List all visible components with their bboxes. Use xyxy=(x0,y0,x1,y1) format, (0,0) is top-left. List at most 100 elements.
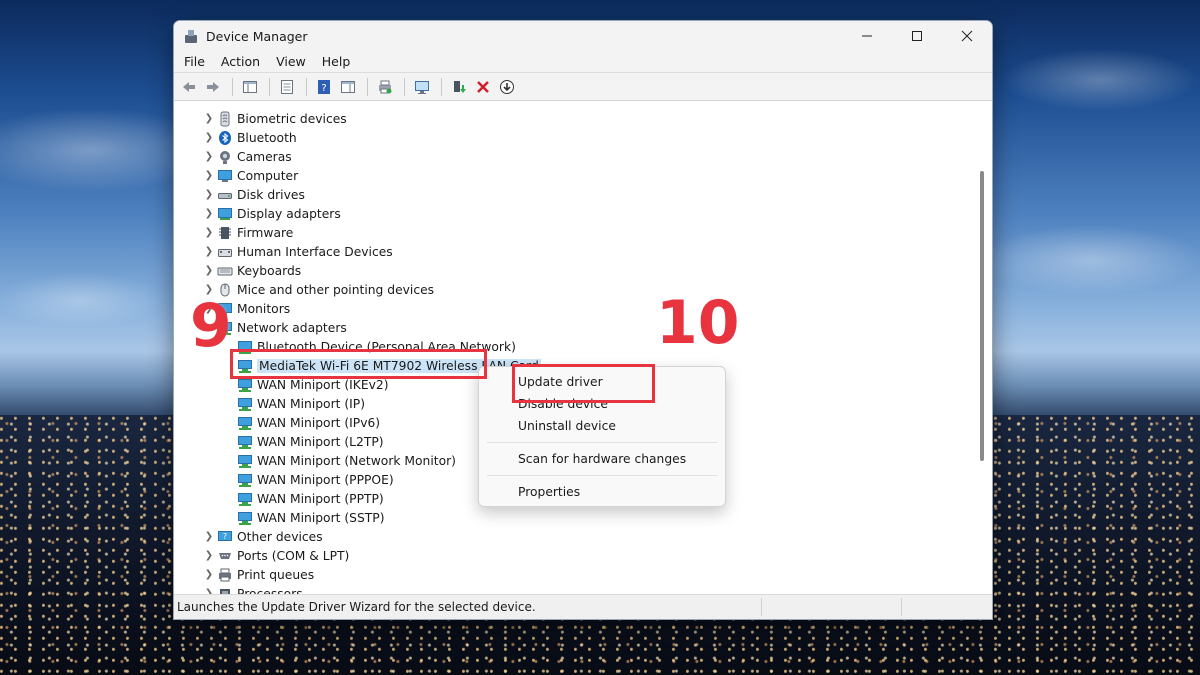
enable-device-toolbar-button[interactable] xyxy=(496,76,518,98)
tree-category-label: Human Interface Devices xyxy=(237,244,393,259)
ctx-separator xyxy=(487,475,717,476)
action-pane-icon xyxy=(341,80,355,93)
tree-category-label: Processors xyxy=(237,586,303,595)
properties-toolbar-button[interactable] xyxy=(276,76,298,98)
download-circle-icon xyxy=(500,79,514,94)
back-arrow-icon xyxy=(183,81,195,92)
tree-category-row[interactable]: ❯ Bluetooth xyxy=(174,128,972,147)
highlight-selected-device xyxy=(230,349,487,379)
tree-device-label: WAN Miniport (IKEv2) xyxy=(257,377,389,392)
tree-category-label: Firmware xyxy=(237,225,294,240)
tree-category-row[interactable]: ❯ Processors xyxy=(174,584,972,594)
step-9-label: 9 xyxy=(190,291,232,361)
tree-device-label: WAN Miniport (L2TP) xyxy=(257,434,384,449)
display-adapter-icon xyxy=(217,206,233,222)
tree-category-row[interactable]: ❯? Other devices xyxy=(174,527,972,546)
device-tree-pane: ❯ Biometric devices ❯ Bluetooth ❯ Cameras ❯ Com… xyxy=(174,101,992,594)
print-toolbar-button[interactable] xyxy=(374,76,396,98)
maximize-icon xyxy=(912,31,922,41)
forward-button[interactable] xyxy=(202,76,224,98)
ctx-separator xyxy=(487,442,717,443)
chevron-right-icon[interactable]: ❯ xyxy=(201,263,217,279)
chevron-right-icon[interactable]: ❯ xyxy=(201,529,217,545)
minimize-icon xyxy=(862,35,872,37)
show-hide-console-tree-button[interactable] xyxy=(239,76,261,98)
tree-category-row[interactable]: ❯ Ports (COM & LPT) xyxy=(174,546,972,565)
tree-category-row[interactable]: Network adapters xyxy=(174,318,972,337)
tree-category-row[interactable]: ❯ Monitors xyxy=(174,299,972,318)
title-bar: Device Manager xyxy=(174,21,992,51)
properties-icon xyxy=(281,79,293,94)
monitor-scan-icon xyxy=(415,80,429,94)
toolbar: ? xyxy=(174,73,992,101)
back-button[interactable] xyxy=(178,76,200,98)
ctx-scan-hardware[interactable]: Scan for hardware changes xyxy=(479,448,725,470)
tree-category-row[interactable]: ❯ Keyboards xyxy=(174,261,972,280)
close-button[interactable] xyxy=(942,21,992,51)
network-child-icon xyxy=(237,472,253,488)
tree-device-row[interactable]: WAN Miniport (SSTP) xyxy=(174,508,972,527)
chevron-right-icon[interactable]: ❯ xyxy=(201,244,217,260)
vertical-scrollbar[interactable] xyxy=(972,101,992,594)
device-manager-app-icon xyxy=(184,29,198,43)
svg-text:?: ? xyxy=(223,532,227,541)
step-10-label: 10 xyxy=(656,288,740,358)
tree-category-row[interactable]: ❯ Human Interface Devices xyxy=(174,242,972,261)
chevron-right-icon[interactable]: ❯ xyxy=(201,187,217,203)
window-title: Device Manager xyxy=(206,28,308,44)
menu-bar: File Action View Help xyxy=(174,51,992,73)
tree-category-row[interactable]: ❯ Biometric devices xyxy=(174,109,972,128)
tree-category-label: Mice and other pointing devices xyxy=(237,282,435,297)
network-child-icon xyxy=(237,491,253,507)
chevron-right-icon[interactable]: ❯ xyxy=(201,149,217,165)
chevron-right-icon[interactable]: ❯ xyxy=(201,111,217,127)
chevron-right-icon[interactable]: ❯ xyxy=(201,206,217,222)
toolbar-separator xyxy=(404,77,405,96)
tree-device-label: WAN Miniport (PPPOE) xyxy=(257,472,394,487)
highlight-update-driver xyxy=(512,364,655,403)
fingerprint-icon xyxy=(217,111,233,127)
ctx-properties[interactable]: Properties xyxy=(479,481,725,503)
tree-category-label: Network adapters xyxy=(237,320,347,335)
menu-help[interactable]: Help xyxy=(314,51,359,73)
tree-category-row[interactable]: ❯ Cameras xyxy=(174,147,972,166)
tree-category-row[interactable]: ❯ Mice and other pointing devices xyxy=(174,280,972,299)
chevron-right-icon[interactable]: ❯ xyxy=(201,168,217,184)
bluetooth-icon xyxy=(217,130,233,146)
scrollbar-thumb[interactable] xyxy=(980,171,984,461)
update-driver-toolbar-button[interactable] xyxy=(448,76,470,98)
tree-device-label: WAN Miniport (PPTP) xyxy=(257,491,384,506)
close-icon xyxy=(961,30,973,42)
firmware-icon xyxy=(217,225,233,241)
show-hide-action-pane-button[interactable] xyxy=(337,76,359,98)
tree-category-label: Display adapters xyxy=(237,206,341,221)
tree-category-row[interactable]: ❯ Disk drives xyxy=(174,185,972,204)
minimize-button[interactable] xyxy=(842,21,892,51)
maximize-button[interactable] xyxy=(892,21,942,51)
chevron-right-icon[interactable]: ❯ xyxy=(201,586,217,594)
ctx-uninstall-device[interactable]: Uninstall device xyxy=(479,415,725,437)
red-x-icon xyxy=(477,80,489,93)
tree-category-row[interactable]: ❯ Computer xyxy=(174,166,972,185)
computer-icon xyxy=(217,168,233,184)
tree-category-row[interactable]: ❯ Print queues xyxy=(174,565,972,584)
status-text: Launches the Update Driver Wizard for th… xyxy=(177,600,536,614)
menu-view[interactable]: View xyxy=(268,51,314,73)
chevron-right-icon[interactable]: ❯ xyxy=(201,225,217,241)
tree-category-label: Bluetooth xyxy=(237,130,297,145)
chevron-right-icon[interactable]: ❯ xyxy=(201,130,217,146)
console-tree-icon xyxy=(243,80,257,93)
tree-category-row[interactable]: ❯ Display adapters xyxy=(174,204,972,223)
menu-file[interactable]: File xyxy=(176,51,213,73)
help-toolbar-button[interactable]: ? xyxy=(313,76,335,98)
toolbar-separator xyxy=(441,77,442,96)
tree-device-label: WAN Miniport (IP) xyxy=(257,396,365,411)
tree-category-row[interactable]: ❯ Firmware xyxy=(174,223,972,242)
uninstall-toolbar-button[interactable] xyxy=(472,76,494,98)
chevron-right-icon[interactable]: ❯ xyxy=(201,548,217,564)
toolbar-separator xyxy=(232,77,233,96)
scan-hardware-toolbar-button[interactable] xyxy=(411,76,433,98)
printer-icon xyxy=(217,567,233,583)
chevron-right-icon[interactable]: ❯ xyxy=(201,567,217,583)
menu-action[interactable]: Action xyxy=(213,51,268,73)
